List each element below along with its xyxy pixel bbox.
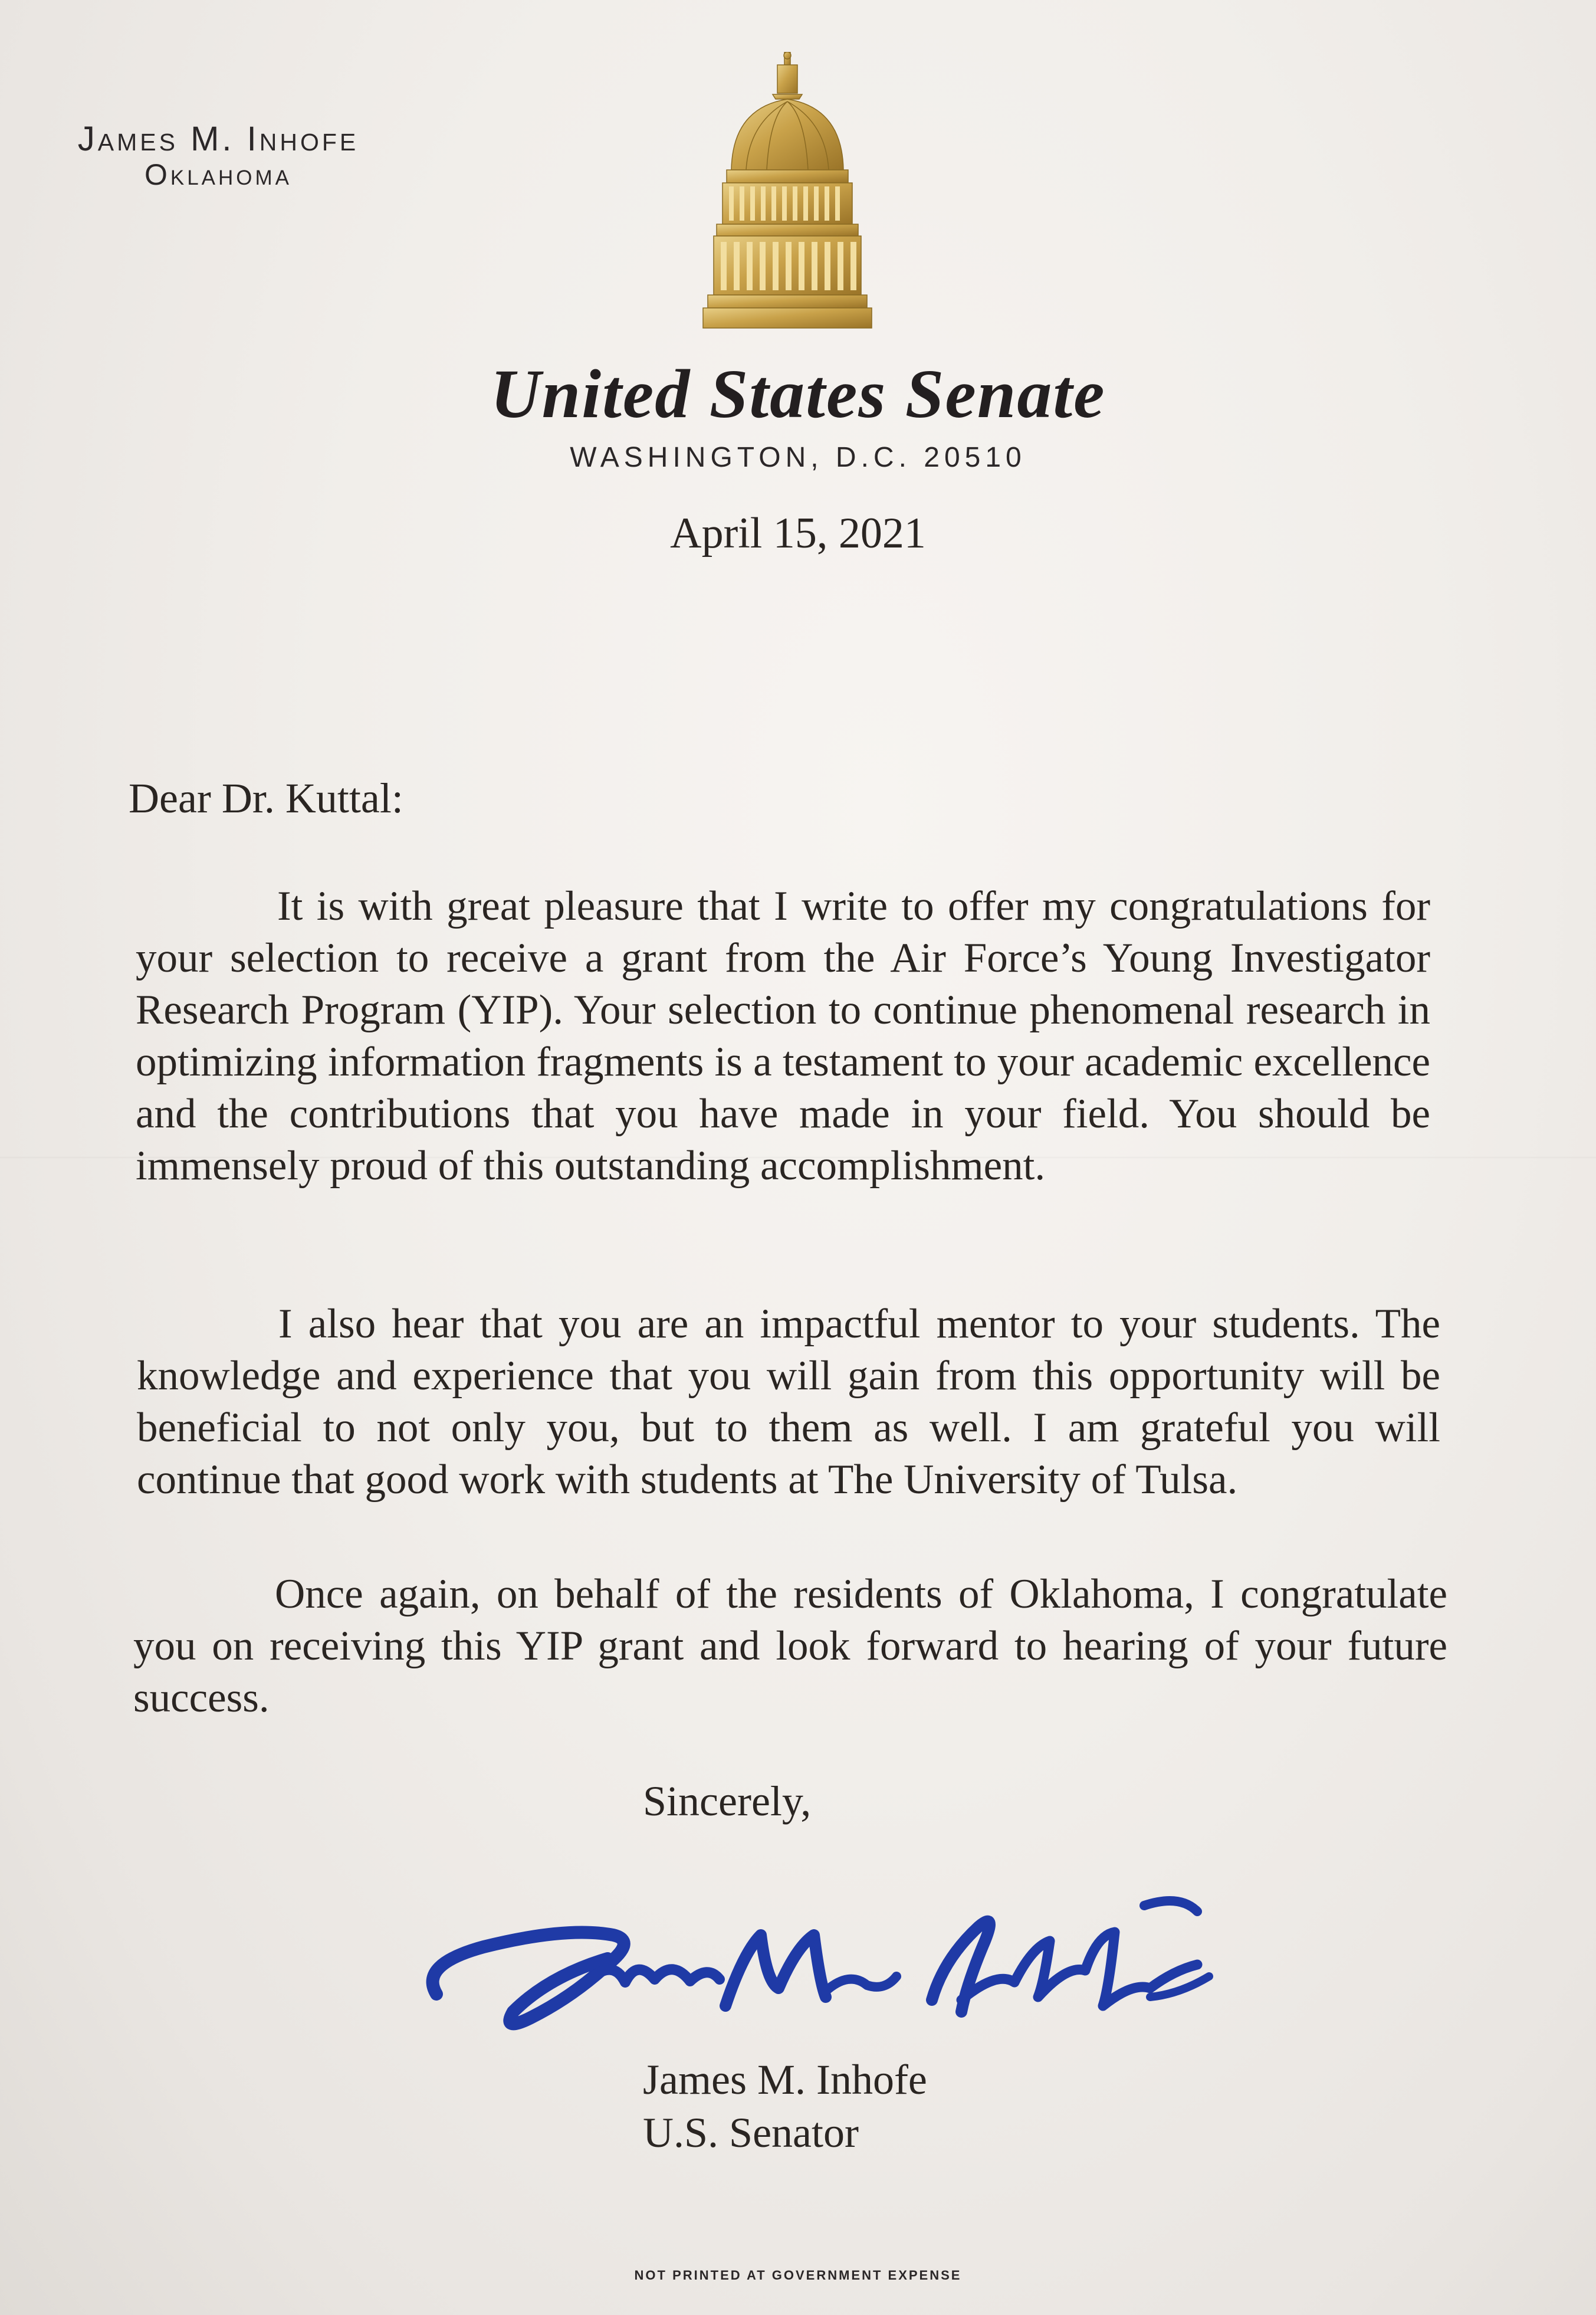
signer-title: U.S. Senator <box>643 2109 859 2156</box>
sender-block: James M. Inhofe Oklahoma <box>29 121 407 192</box>
letter-page: James M. Inhofe Oklahoma United States S… <box>0 0 1596 2315</box>
footer-note: NOT PRINTED AT GOVERNMENT EXPENSE <box>634 2268 962 2283</box>
body-paragraph-3: Once again, on behalf of the residents o… <box>133 1571 1447 1721</box>
body-paragraph-1: It is with great pleasure that I write t… <box>136 883 1430 1189</box>
signer-name: James M. Inhofe <box>643 2056 927 2103</box>
institution-address: WASHINGTON, D.C. 20510 <box>570 442 1026 473</box>
signer-block: James M. Inhofe U.S. Senator <box>643 2053 927 2159</box>
closing: Sincerely, <box>643 1778 812 1825</box>
capitol-dome-icon <box>702 52 872 329</box>
sender-name: James M. Inhofe <box>77 120 359 158</box>
body-paragraph-2: I also hear that you are an impactful me… <box>137 1301 1440 1503</box>
institution-title: United States Senate <box>490 355 1106 432</box>
sender-state: Oklahoma <box>144 158 293 191</box>
handwritten-signature <box>426 1896 1213 2031</box>
letter-date: April 15, 2021 <box>670 509 926 558</box>
salutation: Dear Dr. Kuttal: <box>129 775 403 822</box>
